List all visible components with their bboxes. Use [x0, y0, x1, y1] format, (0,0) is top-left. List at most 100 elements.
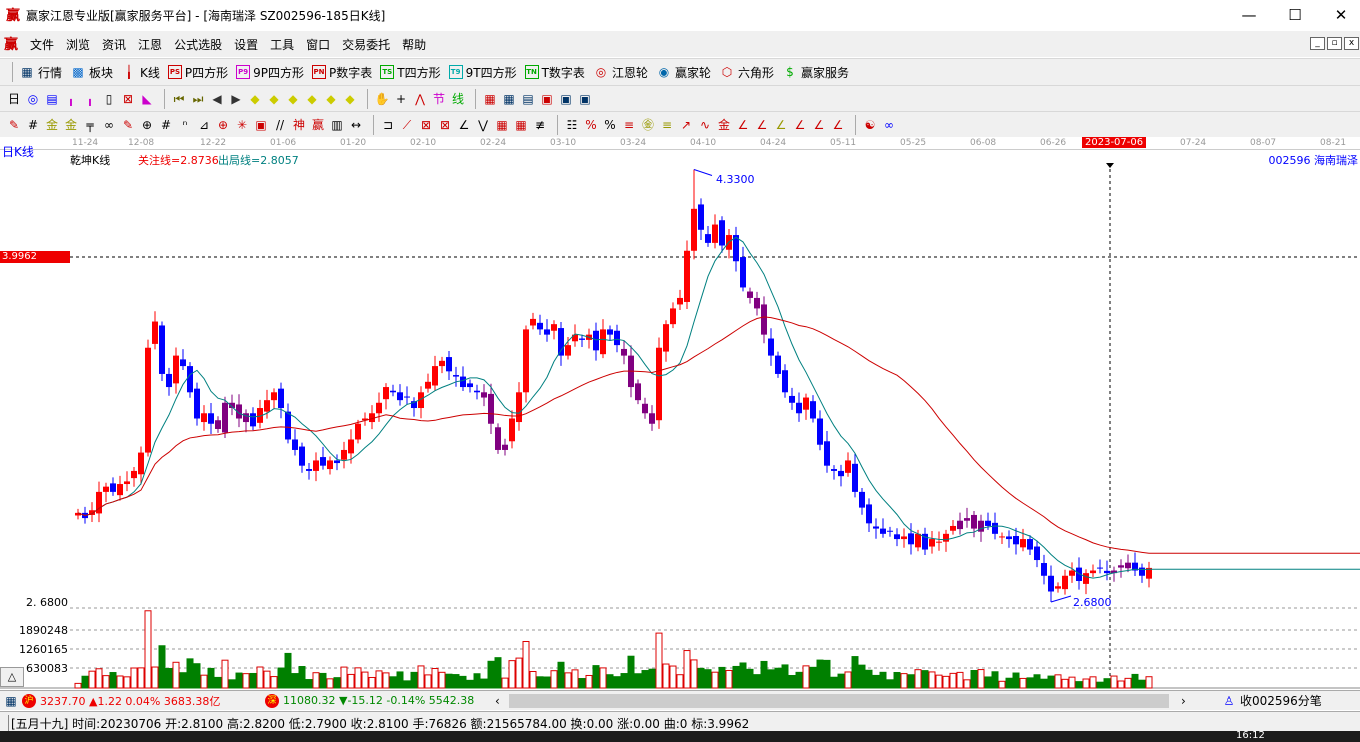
table-icon[interactable]: ☷: [564, 117, 580, 133]
circle-icon[interactable]: ⊕: [139, 117, 155, 133]
toolbar-item-0[interactable]: ▦ 行情: [19, 64, 62, 81]
percent-line-icon[interactable]: %: [583, 117, 599, 133]
sh-index-text[interactable]: 3237.70 ▲1.22 0.04% 3683.38亿: [40, 693, 265, 709]
gann-fan-icon[interactable]: ⟋: [399, 117, 415, 133]
print-icon[interactable]: ▣: [577, 91, 593, 107]
star-icon[interactable]: ✳: [234, 117, 250, 133]
line-draw-icon[interactable]: ⋀: [412, 91, 428, 107]
toolbar-item-4[interactable]: P9 9P四方形: [236, 64, 304, 81]
parallel-icon[interactable]: ≢: [532, 117, 548, 133]
kline3-icon[interactable]: ╻: [63, 91, 79, 107]
toolbar-item-10[interactable]: ◉ 赢家轮: [656, 64, 711, 81]
menu-tools[interactable]: 工具: [270, 36, 294, 53]
percent-icon[interactable]: %: [602, 117, 618, 133]
menu-browse[interactable]: 浏览: [66, 36, 90, 53]
color-chart-icon[interactable]: ◣: [139, 91, 155, 107]
menu-help[interactable]: 帮助: [402, 36, 426, 53]
menu-file[interactable]: 文件: [30, 36, 54, 53]
weight-icon[interactable]: ⊠: [120, 91, 136, 107]
width-icon[interactable]: ↔: [348, 117, 364, 133]
minimize-button[interactable]: —: [1226, 0, 1272, 30]
toolbar-item-5[interactable]: PN P数字表: [312, 64, 372, 81]
lines-icon[interactable]: #: [158, 117, 174, 133]
kline-chart[interactable]: [0, 137, 1360, 690]
menu-gann[interactable]: 江恩: [138, 36, 162, 53]
candle-type-icon[interactable]: ▯: [101, 91, 117, 107]
toolbar-item-3[interactable]: PS P四方形: [167, 64, 228, 81]
period-icon[interactable]: 日: [6, 91, 22, 107]
shift-left-icon[interactable]: ◆: [247, 91, 263, 107]
gold-icon[interactable]: 金: [44, 117, 60, 133]
win-icon[interactable]: 赢: [310, 117, 326, 133]
gann-grid-icon[interactable]: ⊠: [437, 117, 453, 133]
quote-table-icon[interactable]: ▦: [3, 693, 19, 709]
gold-line-icon[interactable]: 金: [716, 117, 732, 133]
spiral-icon[interactable]: ∞: [101, 117, 117, 133]
network-icon[interactable]: ▣: [558, 91, 574, 107]
god-icon[interactable]: 神: [291, 117, 307, 133]
target-icon[interactable]: ⊕: [215, 117, 231, 133]
first-icon[interactable]: ⏮: [171, 91, 187, 107]
toolbar-item-12[interactable]: $ 赢家服务: [782, 64, 849, 81]
scroll-right-button[interactable]: ›: [1181, 694, 1221, 708]
sz-index-text[interactable]: 11080.32 ▼-15.12 -0.14% 5542.38: [283, 694, 483, 707]
right-icon[interactable]: ▶: [228, 91, 244, 107]
close-button[interactable]: ✕: [1318, 0, 1360, 30]
zoom-out-icon[interactable]: ◆: [304, 91, 320, 107]
arrow-icon[interactable]: ↗: [678, 117, 694, 133]
menu-window[interactable]: 窗口: [306, 36, 330, 53]
overlay-icon[interactable]: ◎: [25, 91, 41, 107]
gold-angle-icon[interactable]: ∠: [773, 117, 789, 133]
toolbar-item-2[interactable]: ╽ K线: [121, 64, 160, 81]
fib-icon[interactable]: ╤: [82, 117, 98, 133]
tool-icon[interactable]: 线: [450, 91, 466, 107]
cycle-grid2-icon[interactable]: ▦: [513, 117, 529, 133]
toolbar-item-1[interactable]: ▩ 板块: [70, 64, 113, 81]
pen-icon[interactable]: ✎: [6, 117, 22, 133]
grid-lines-icon[interactable]: #: [25, 117, 41, 133]
taiji-icon[interactable]: ☯: [862, 117, 878, 133]
zoom-in-icon[interactable]: ◆: [285, 91, 301, 107]
menu-news[interactable]: 资讯: [102, 36, 126, 53]
wave-icon[interactable]: ⋁: [475, 117, 491, 133]
slash-icon[interactable]: //: [272, 117, 288, 133]
win-angle-icon[interactable]: ∠: [811, 117, 827, 133]
expand-icon[interactable]: ◆: [323, 91, 339, 107]
calculator-icon[interactable]: ▦: [501, 91, 517, 107]
shift-right-icon[interactable]: ◆: [266, 91, 282, 107]
ruler-icon[interactable]: ▥: [329, 117, 345, 133]
mdi-close-button[interactable]: x: [1344, 37, 1359, 50]
gann-box-icon[interactable]: ⊠: [418, 117, 434, 133]
scroll-left-button[interactable]: ‹: [495, 694, 509, 708]
report-icon[interactable]: ▤: [520, 91, 536, 107]
sine-icon[interactable]: ∿: [697, 117, 713, 133]
angle-icon[interactable]: ∠: [456, 117, 472, 133]
calendar-icon[interactable]: ▦: [482, 91, 498, 107]
notes-icon[interactable]: ▤: [44, 91, 60, 107]
horizontal-scrollbar[interactable]: [509, 693, 1169, 708]
toolbar-item-11[interactable]: ⬡ 六角形: [719, 64, 774, 81]
tick-detail-label[interactable]: 收002596分笔: [1240, 692, 1322, 709]
menu-settings[interactable]: 设置: [234, 36, 258, 53]
menu-formula[interactable]: 公式选股: [174, 36, 222, 53]
toolbar-item-9[interactable]: ◎ 江恩轮: [593, 64, 648, 81]
j-angle-icon[interactable]: ∠: [735, 117, 751, 133]
solar-term-icon[interactable]: 节: [431, 91, 447, 107]
toolbar-item-7[interactable]: T9 9T四方形: [448, 64, 517, 81]
four-angle-icon[interactable]: ∠: [830, 117, 846, 133]
gold-circle-icon[interactable]: ㊎: [640, 117, 656, 133]
pen2-icon[interactable]: ✎: [120, 117, 136, 133]
left-icon[interactable]: ◀: [209, 91, 225, 107]
god-angle-icon[interactable]: ∠: [792, 117, 808, 133]
gold2-icon[interactable]: 金: [63, 117, 79, 133]
kline9-icon[interactable]: ╻: [82, 91, 98, 107]
save-icon[interactable]: ▣: [539, 91, 555, 107]
shrink-icon[interactable]: ◆: [342, 91, 358, 107]
maximize-button[interactable]: ☐: [1272, 0, 1318, 30]
last-icon[interactable]: ⏭: [190, 91, 206, 107]
cycle-grid-icon[interactable]: ▦: [494, 117, 510, 133]
mdi-minimize-button[interactable]: _: [1310, 37, 1325, 50]
n2-icon[interactable]: ⁿ: [177, 117, 193, 133]
mdi-restore-button[interactable]: ▫: [1327, 37, 1342, 50]
menu-trade[interactable]: 交易委托: [342, 36, 390, 53]
